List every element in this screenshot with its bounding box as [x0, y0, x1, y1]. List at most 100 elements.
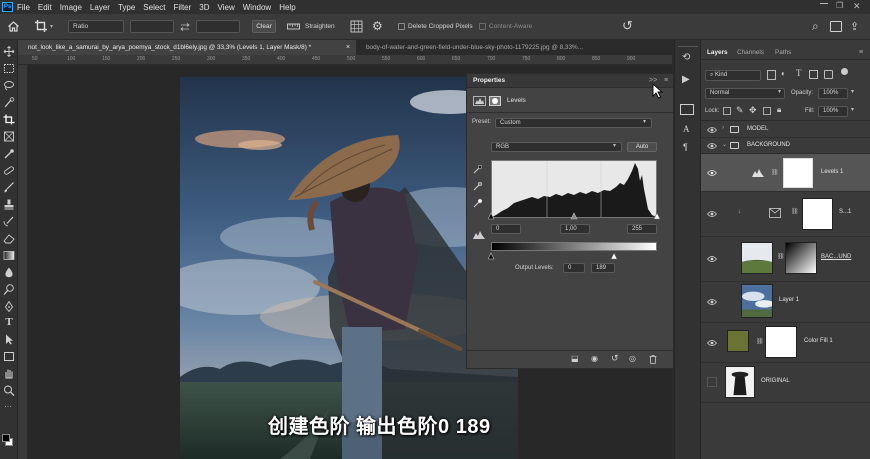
minimize-icon[interactable]: [820, 3, 828, 4]
history-panel-icon[interactable]: ⟲: [682, 52, 690, 63]
quick-select-tool-icon[interactable]: [3, 97, 15, 108]
move-tool-icon[interactable]: [3, 46, 15, 57]
view-previous-state-icon[interactable]: ◉: [591, 354, 598, 364]
photoshop-logo-icon[interactable]: Ps: [2, 2, 13, 12]
menu-file[interactable]: File: [17, 3, 30, 12]
search-icon[interactable]: ⌕: [812, 17, 819, 35]
undo-crop-icon[interactable]: ↺: [622, 17, 633, 35]
clipping-warning-icon[interactable]: [472, 230, 486, 240]
white-point-eyedropper-icon[interactable]: [473, 198, 483, 208]
menu-window[interactable]: Window: [243, 3, 271, 12]
lasso-tool-icon[interactable]: [3, 80, 15, 91]
auto-button[interactable]: Auto: [627, 142, 657, 152]
menu-3d[interactable]: 3D: [199, 3, 209, 12]
fill-input[interactable]: 100%: [818, 106, 848, 117]
layer-thumbnail[interactable]: [741, 284, 773, 318]
brush-tool-icon[interactable]: [3, 182, 15, 193]
visibility-off-box[interactable]: [707, 377, 717, 387]
input-white-field[interactable]: 255: [627, 224, 657, 234]
eraser-tool-icon[interactable]: [3, 233, 15, 244]
layer-row-color-fill[interactable]: ⛓ Color Fill 1: [701, 323, 870, 363]
layer-mask-icon[interactable]: [489, 96, 501, 106]
close-tab-icon[interactable]: ×: [346, 40, 350, 55]
visibility-eye-icon[interactable]: [707, 210, 717, 218]
layer-row-layer-1[interactable]: Layer 1: [701, 282, 870, 323]
visibility-eye-icon[interactable]: [707, 142, 717, 150]
preset-select[interactable]: Custom: [495, 118, 652, 128]
panel-menu-icon[interactable]: ≡: [664, 74, 668, 88]
delete-cropped-checkbox[interactable]: [398, 23, 405, 30]
layer-row-original[interactable]: ORIGINAL: [701, 363, 870, 403]
layer-thumbnail[interactable]: [741, 242, 773, 274]
crop-tool-active-icon[interactable]: [3, 114, 15, 125]
workspace-icon[interactable]: [830, 21, 842, 32]
filter-pixel-icon[interactable]: [767, 70, 776, 80]
filter-type-icon[interactable]: T: [796, 68, 802, 78]
gradient-tool-icon[interactable]: [3, 250, 15, 261]
panel-menu-icon[interactable]: ≡: [859, 46, 863, 59]
menu-select[interactable]: Select: [143, 3, 165, 12]
output-black-field[interactable]: 0: [563, 263, 585, 273]
chevron-down-icon[interactable]: ▾: [851, 88, 854, 95]
chain-link-icon[interactable]: ⛓: [791, 208, 799, 215]
input-sliders[interactable]: [488, 212, 660, 221]
chain-link-icon[interactable]: ⛓: [771, 169, 779, 176]
lock-all-icon[interactable]: 🔒︎: [777, 105, 781, 115]
menu-type[interactable]: Type: [118, 3, 135, 12]
marquee-tool-icon[interactable]: [3, 63, 15, 74]
content-aware-checkbox[interactable]: [479, 23, 486, 30]
input-black-field[interactable]: 0: [491, 224, 521, 234]
straighten-label[interactable]: Straighten: [305, 20, 335, 33]
lock-transparent-icon[interactable]: [723, 107, 731, 115]
home-icon[interactable]: [7, 20, 20, 33]
layer-mask-thumbnail[interactable]: [785, 242, 817, 274]
visibility-eye-icon[interactable]: [707, 339, 717, 347]
more-tools-icon[interactable]: ···: [4, 402, 12, 411]
eyedropper-tool-icon[interactable]: [3, 148, 15, 159]
straighten-icon[interactable]: [287, 21, 300, 32]
pen-tool-icon[interactable]: [3, 301, 15, 312]
output-sliders[interactable]: [488, 252, 660, 261]
foreground-color-swatch[interactable]: [2, 434, 10, 442]
lock-position-icon[interactable]: ✥: [749, 105, 757, 116]
menu-view[interactable]: View: [218, 3, 235, 12]
gray-point-eyedropper-icon[interactable]: [473, 181, 483, 191]
layer-row-smart[interactable]: ↓ ⛓ S...1: [701, 192, 870, 237]
chevron-right-icon[interactable]: ›: [722, 125, 724, 131]
healing-brush-tool-icon[interactable]: [3, 165, 15, 176]
restore-icon[interactable]: ❐: [836, 0, 843, 12]
menu-help[interactable]: Help: [279, 3, 295, 12]
reset-icon[interactable]: ↺: [611, 353, 619, 363]
chain-link-icon[interactable]: ⛓: [777, 253, 785, 260]
character-panel-icon[interactable]: A: [683, 124, 690, 134]
blend-mode-select[interactable]: Normal: [705, 88, 785, 99]
clone-stamp-tool-icon[interactable]: [3, 199, 15, 210]
adjustments-panel-icon[interactable]: [680, 104, 694, 115]
visibility-eye-icon[interactable]: [707, 255, 717, 263]
filter-shape-icon[interactable]: [809, 70, 818, 79]
tab-layers[interactable]: Layers: [707, 46, 728, 59]
opacity-input[interactable]: 100%: [818, 88, 848, 99]
trash-icon[interactable]: [649, 355, 657, 364]
layer-row-model[interactable]: › MODEL: [701, 122, 870, 138]
menu-edit[interactable]: Edit: [38, 3, 52, 12]
ratio-select[interactable]: Ratio: [68, 20, 124, 33]
gear-icon[interactable]: ⚙: [372, 18, 383, 34]
tab-paths[interactable]: Paths: [775, 46, 791, 59]
layer-mask-thumbnail[interactable]: [802, 198, 833, 230]
menu-layer[interactable]: Layer: [90, 3, 110, 12]
clear-button[interactable]: Clear: [252, 20, 276, 33]
close-icon[interactable]: ✕: [853, 0, 861, 12]
layer-row-levels-1[interactable]: ⛓ Levels 1: [701, 154, 870, 192]
type-tool-icon[interactable]: T: [3, 317, 15, 328]
crop-tool-icon[interactable]: [34, 19, 48, 33]
layer-mask-thumbnail[interactable]: [765, 326, 797, 358]
properties-title[interactable]: Properties: [473, 74, 505, 88]
visibility-eye-icon[interactable]: [707, 126, 717, 134]
visibility-eye-icon[interactable]: ◎: [629, 354, 636, 364]
blur-tool-icon[interactable]: [3, 267, 15, 278]
chain-link-icon[interactable]: ⛓: [756, 338, 764, 345]
menu-image[interactable]: Image: [60, 3, 82, 12]
paragraph-panel-icon[interactable]: ¶: [683, 142, 688, 152]
frame-tool-icon[interactable]: [3, 131, 15, 142]
